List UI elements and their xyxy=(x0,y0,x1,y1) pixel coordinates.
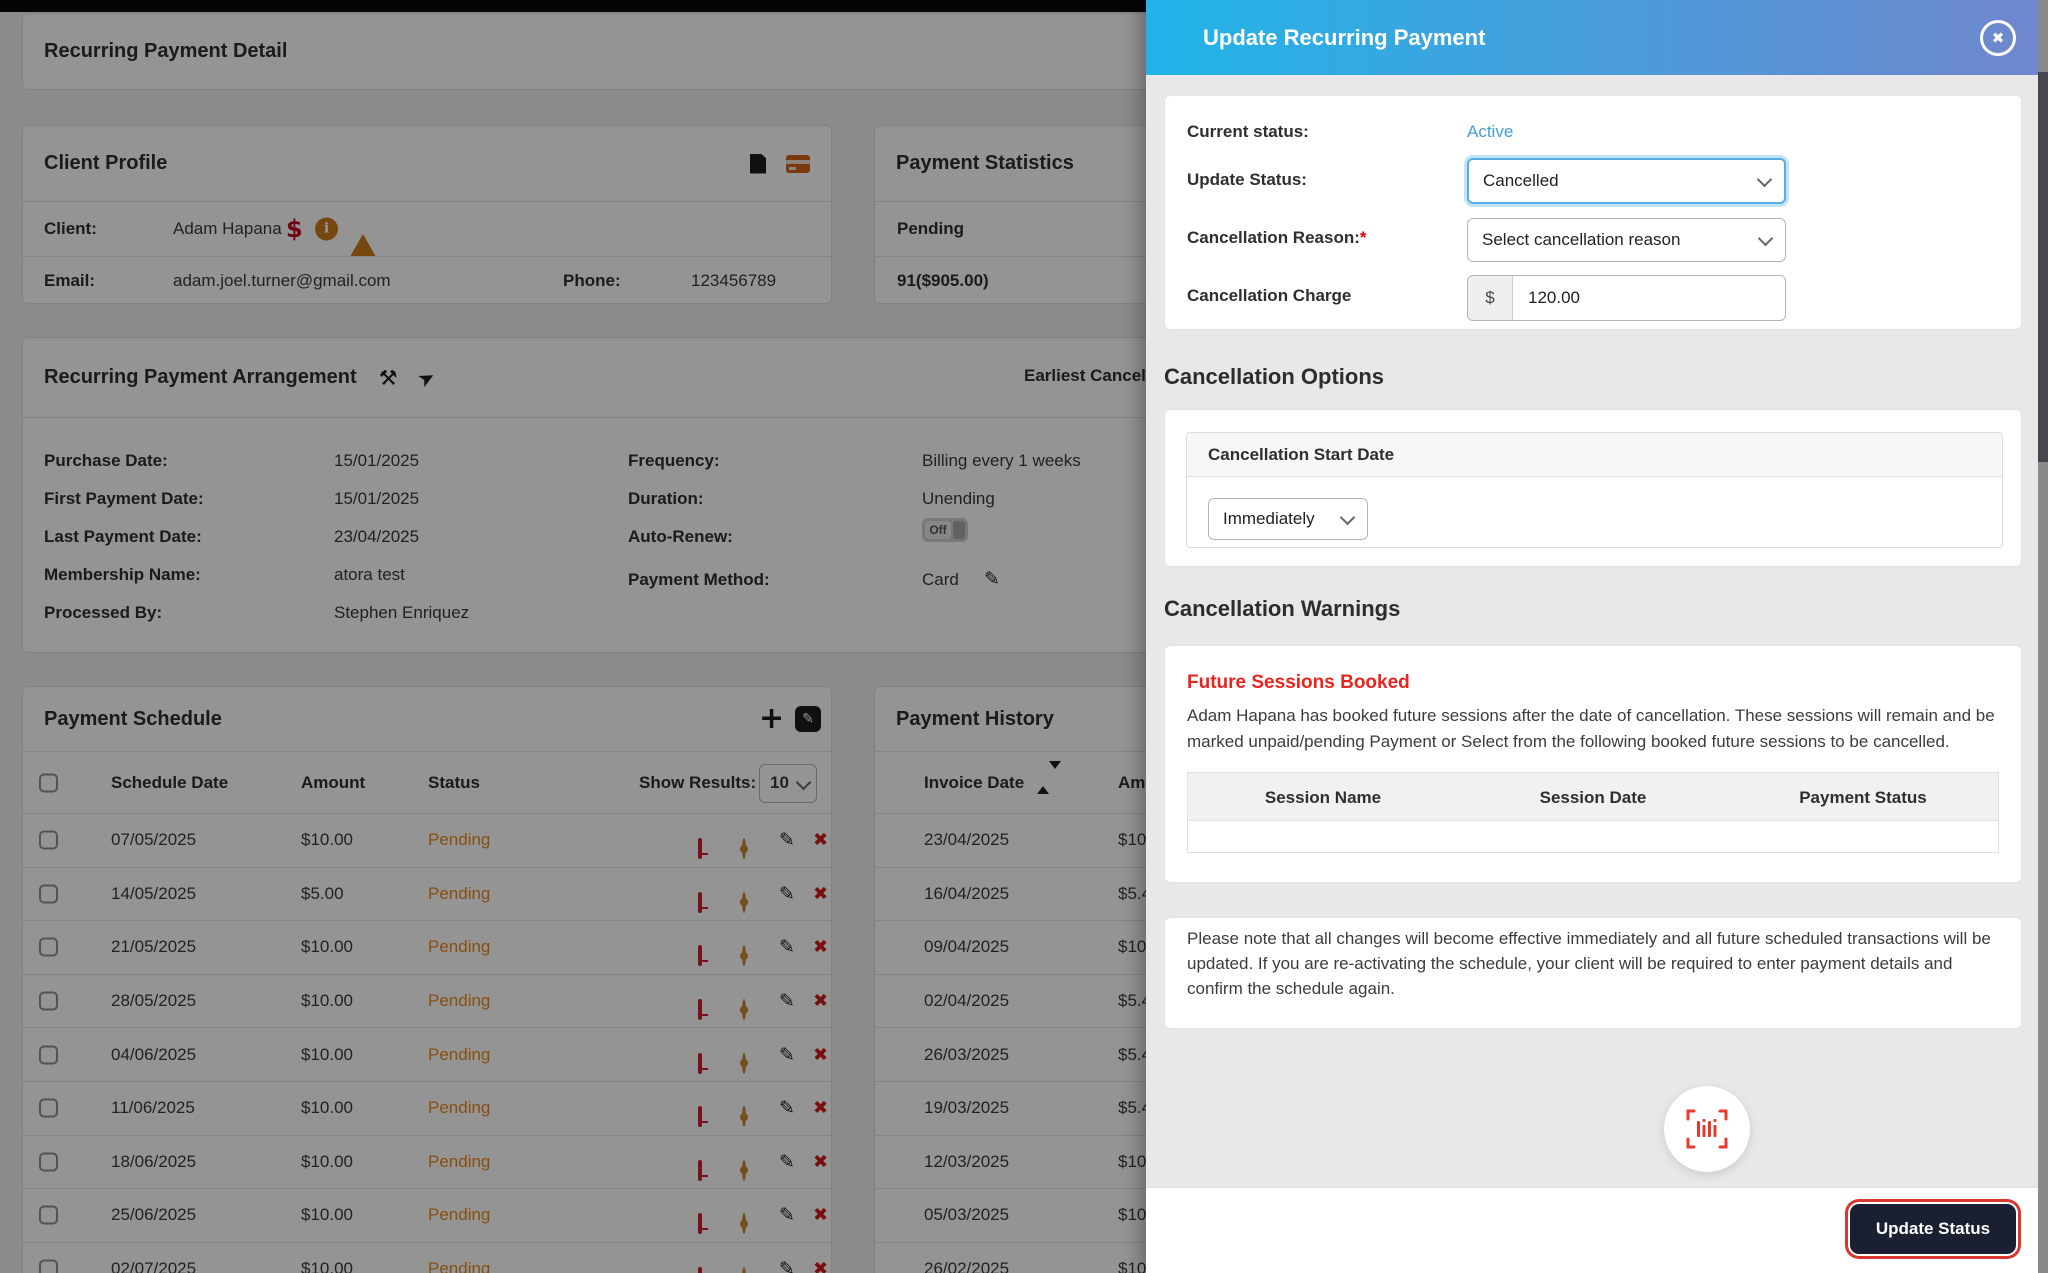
start-date-box: Cancellation Start Date Immediately xyxy=(1186,432,2003,548)
modal-footer: Update Status xyxy=(1146,1187,2048,1273)
current-status-value: Active xyxy=(1467,122,1513,142)
future-sessions-title: Future Sessions Booked xyxy=(1187,672,1410,694)
sessions-table-empty-row xyxy=(1187,821,1999,853)
cancellation-options-card: Cancellation Start Date Immediately xyxy=(1164,409,2022,567)
col-payment-status: Payment Status xyxy=(1728,773,1998,820)
required-marker: * xyxy=(1360,228,1367,247)
barcode-scan-icon xyxy=(1683,1107,1731,1151)
sessions-table-header: Session Name Session Date Payment Status xyxy=(1187,772,1999,821)
update-recurring-payment-modal: Update Recurring Payment ✖ Current statu… xyxy=(1146,0,2048,1273)
update-status-value: Cancelled xyxy=(1483,171,1559,191)
update-status-button[interactable]: Update Status xyxy=(1850,1204,2016,1254)
cancellation-reason-label: Cancellation Reason:* xyxy=(1187,228,1367,248)
note-text: Please note that all changes will become… xyxy=(1187,926,1999,1001)
scrollbar[interactable] xyxy=(2038,0,2048,1273)
cancellation-warnings-card: Future Sessions Booked Adam Hapana has b… xyxy=(1164,645,2022,883)
update-status-label: Update Status: xyxy=(1187,170,1307,190)
start-date-value: Immediately xyxy=(1223,509,1315,529)
cancellation-charge-value: 120.00 xyxy=(1528,288,1580,308)
cancellation-options-heading: Cancellation Options xyxy=(1164,364,1384,390)
screen: Recurring Payment Detail Client Profile … xyxy=(0,0,2048,1273)
close-icon[interactable]: ✖ xyxy=(1980,20,2016,56)
modal-title: Update Recurring Payment xyxy=(1203,25,1485,51)
chevron-down-icon xyxy=(1340,510,1356,526)
cancellation-charge-input[interactable]: $ 120.00 xyxy=(1467,275,1786,321)
scrollbar-thumb[interactable] xyxy=(2038,72,2048,462)
chevron-down-icon xyxy=(1757,172,1773,188)
update-status-select[interactable]: Cancelled xyxy=(1467,158,1786,204)
loading-spinner xyxy=(1664,1086,1750,1172)
note-card: Please note that all changes will become… xyxy=(1164,917,2022,1029)
col-session-date: Session Date xyxy=(1458,773,1728,820)
cancellation-warnings-heading: Cancellation Warnings xyxy=(1164,596,1400,622)
cancellation-reason-select[interactable]: Select cancellation reason xyxy=(1467,218,1786,262)
cancellation-charge-label: Cancellation Charge xyxy=(1187,286,1351,306)
chevron-down-icon xyxy=(1758,231,1774,247)
cancellation-reason-value: Select cancellation reason xyxy=(1482,230,1680,250)
future-sessions-text: Adam Hapana has booked future sessions a… xyxy=(1187,703,1999,755)
start-date-label: Cancellation Start Date xyxy=(1187,433,2002,477)
sessions-table: Session Name Session Date Payment Status xyxy=(1187,772,1999,853)
modal-header: Update Recurring Payment ✖ xyxy=(1146,0,2048,75)
start-date-select[interactable]: Immediately xyxy=(1208,498,1368,540)
current-status-label: Current status: xyxy=(1187,122,1309,142)
col-session-name: Session Name xyxy=(1188,773,1458,820)
currency-prefix: $ xyxy=(1468,276,1513,320)
status-form-card: Current status: Active Update Status: Ca… xyxy=(1164,95,2022,330)
